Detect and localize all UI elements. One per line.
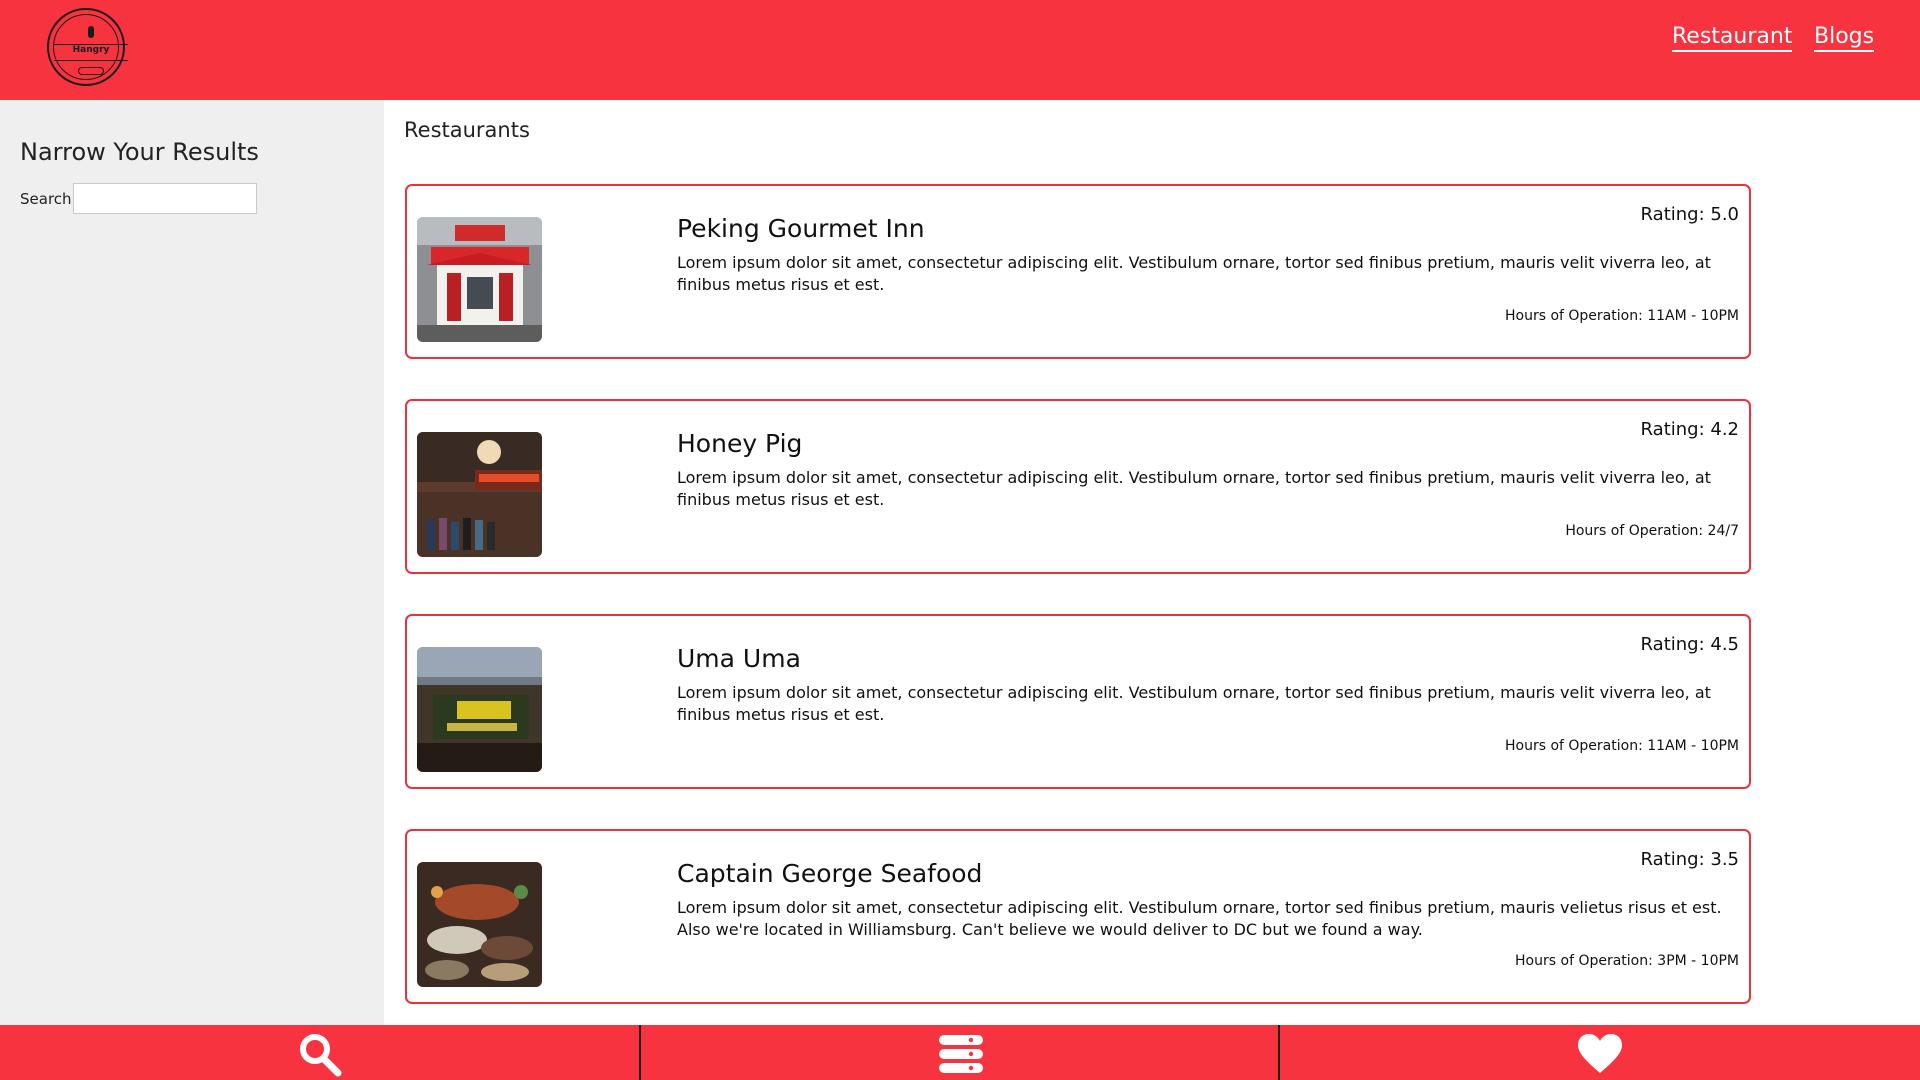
restaurant-description: Lorem ipsum dolor sit amet, consectetur …: [677, 683, 1711, 724]
restaurant-description: Lorem ipsum dolor sit amet, consectetur …: [677, 253, 1711, 294]
hours-text: Hours of Operation: 24/7: [1565, 523, 1739, 539]
hours-text: Hours of Operation: 11AM - 10PM: [1504, 738, 1739, 754]
rating-text: Rating: 4.5: [1640, 634, 1739, 655]
sidebar-title: Narrow Your Results: [20, 138, 259, 166]
list-icon: [939, 1035, 983, 1073]
restaurant-card[interactable]: Rating: 5.0 Peking Gourmet Inn Lorem ips…: [405, 184, 1751, 359]
logo-text: Hangry: [72, 45, 110, 55]
hangry-logo[interactable]: Hangry: [47, 8, 128, 86]
logo-bee-mark: [88, 26, 94, 38]
rating-text: Rating: 3.5: [1640, 849, 1739, 870]
storefront-photo: [417, 217, 542, 342]
restaurant-name[interactable]: Peking Gourmet Inn: [677, 214, 925, 243]
logo-bowl-mark: [78, 67, 104, 75]
sign-photo: [417, 647, 542, 772]
nav-link-blogs[interactable]: Blogs: [1814, 24, 1875, 52]
rating-text: Rating: 4.2: [1640, 419, 1739, 440]
restaurant-image[interactable]: [417, 862, 542, 987]
search-input[interactable]: [73, 183, 257, 214]
restaurant-card[interactable]: Rating: 4.5 Uma Uma Lorem ipsum dolor si…: [405, 614, 1751, 789]
restaurant-description: Lorem ipsum dolor sit amet, consectetur …: [677, 468, 1711, 509]
top-header: Hangry Restaurant Blogs: [0, 0, 1920, 100]
bottom-tab-search[interactable]: [0, 1025, 640, 1080]
main-content: Restaurants Rating: 5.0 Peking Gourmet I…: [384, 100, 1920, 1025]
page-title: Restaurants: [404, 118, 530, 142]
restaurant-description: Lorem ipsum dolor sit amet, consectetur …: [677, 898, 1722, 939]
restaurant-name[interactable]: Uma Uma: [677, 644, 801, 673]
filter-sidebar: Narrow Your Results Search: [0, 100, 384, 1025]
hours-text: Hours of Operation: 3PM - 10PM: [1515, 953, 1739, 969]
restaurant-card[interactable]: Rating: 3.5 Captain George Seafood Lorem…: [405, 829, 1751, 1004]
restaurant-image[interactable]: [417, 432, 542, 557]
heart-icon: [1578, 1034, 1622, 1073]
rating-text: Rating: 5.0: [1640, 204, 1739, 225]
search-label: Search: [20, 190, 72, 208]
search-icon: [300, 1034, 342, 1077]
logo-ring: Hangry: [53, 14, 128, 80]
bottom-nav: [0, 1025, 1920, 1080]
nav-link-restaurant[interactable]: Restaurant: [1672, 24, 1793, 52]
bottom-tab-favorites[interactable]: [1280, 1025, 1920, 1080]
restaurant-name[interactable]: Captain George Seafood: [677, 859, 982, 888]
restaurant-card[interactable]: Rating: 4.2 Honey Pig Lorem ipsum dolor …: [405, 399, 1751, 574]
restaurant-name[interactable]: Honey Pig: [677, 429, 802, 458]
queue-photo: [417, 432, 542, 557]
restaurant-image[interactable]: [417, 217, 542, 342]
bottom-tab-list[interactable]: [641, 1025, 1281, 1080]
restaurant-image[interactable]: [417, 647, 542, 772]
hours-text: Hours of Operation: 11AM - 10PM: [1504, 308, 1739, 324]
seafood-photo: [417, 862, 542, 987]
